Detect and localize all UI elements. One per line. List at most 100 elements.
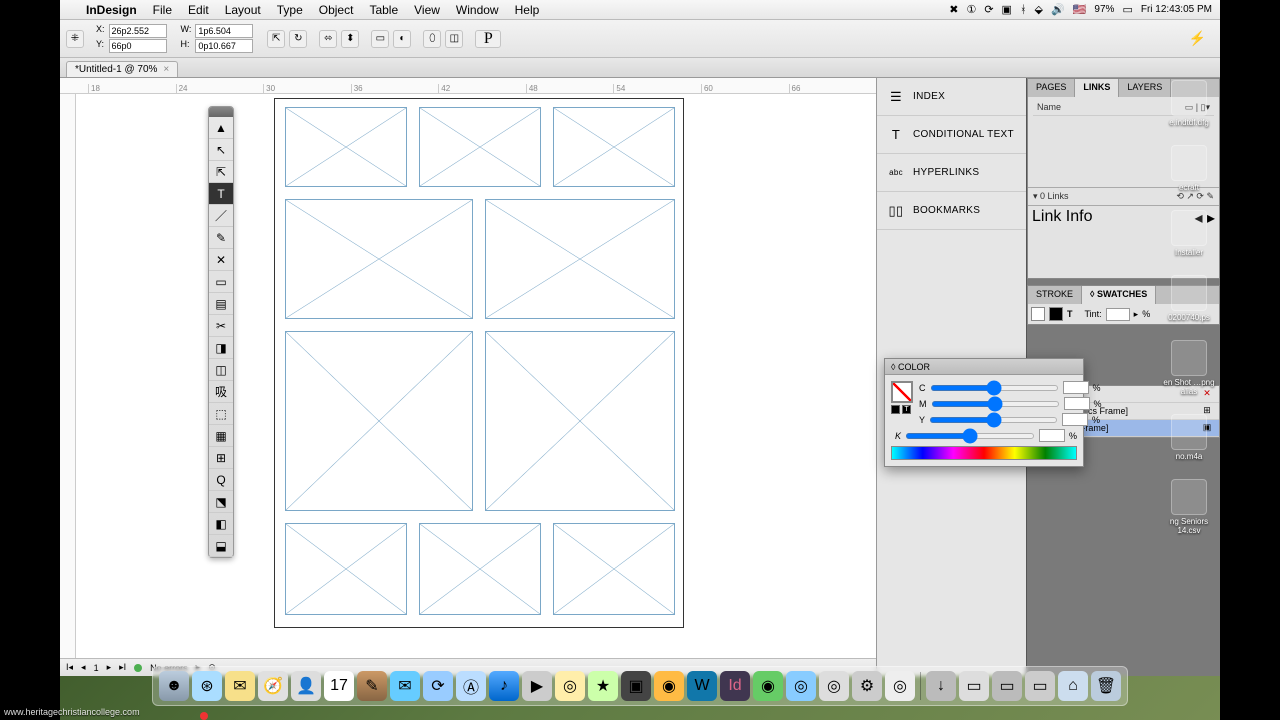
- desktop-file[interactable]: Installer: [1158, 210, 1220, 257]
- image-frame[interactable]: [553, 107, 675, 187]
- status-icon[interactable]: ✖: [949, 3, 958, 16]
- desktop-file[interactable]: en Shot …png alias: [1158, 340, 1220, 396]
- desktop-file[interactable]: ng Seniors 14.csv: [1158, 479, 1220, 535]
- messages-icon[interactable]: ✉: [390, 671, 420, 701]
- firefox-icon[interactable]: ◉: [654, 671, 684, 701]
- color-panel[interactable]: ◊ COLOR T C% M% Y% K%: [884, 358, 1084, 467]
- image-frame[interactable]: [485, 199, 675, 319]
- last-page-icon[interactable]: ▸I: [119, 662, 126, 673]
- x-field[interactable]: [109, 24, 167, 38]
- rectangle-tool[interactable]: ▤: [209, 293, 233, 315]
- ruler-vertical[interactable]: [60, 94, 76, 658]
- menu-table[interactable]: Table: [361, 3, 406, 17]
- format-text-icon[interactable]: T: [1067, 309, 1073, 319]
- menubar-clock[interactable]: Fri 12:43:05 PM: [1141, 4, 1212, 15]
- tab-pages[interactable]: PAGES: [1028, 79, 1075, 97]
- line-tool[interactable]: ／: [209, 205, 233, 227]
- mail-icon[interactable]: ✉: [225, 671, 255, 701]
- quick-apply-icon[interactable]: ⚡: [1189, 30, 1214, 47]
- flip-h-icon[interactable]: ⬄: [319, 30, 337, 48]
- image-frame[interactable]: [285, 331, 473, 511]
- word-icon[interactable]: W: [687, 671, 717, 701]
- wifi-icon[interactable]: ⬙: [1035, 3, 1043, 16]
- panel-hyperlinks[interactable]: abcHYPERLINKS: [877, 154, 1026, 192]
- stroke-swatch-icon[interactable]: [1049, 307, 1063, 321]
- yellow-field[interactable]: [1062, 413, 1088, 426]
- calendar-icon[interactable]: 17: [324, 671, 354, 701]
- app-icon[interactable]: ◎: [885, 671, 915, 701]
- wrap-icon[interactable]: ◫: [445, 30, 463, 48]
- image-frame[interactable]: [285, 199, 473, 319]
- cyan-slider[interactable]: [930, 385, 1059, 391]
- hand-tool[interactable]: ⊞: [209, 447, 233, 469]
- app-icon[interactable]: ◉: [753, 671, 783, 701]
- appstore-icon[interactable]: Ⓐ: [456, 671, 486, 701]
- app-name[interactable]: InDesign: [78, 3, 145, 17]
- yellow-slider[interactable]: [929, 417, 1058, 423]
- w-field[interactable]: [195, 24, 253, 38]
- itunes-icon[interactable]: ♪: [489, 671, 519, 701]
- pencil-tool[interactable]: ✕: [209, 249, 233, 271]
- screenshare-icon[interactable]: ⟳: [984, 3, 993, 16]
- quicktime-icon[interactable]: ▶: [522, 671, 552, 701]
- downloads-icon[interactable]: ↓: [926, 671, 956, 701]
- desktop-file[interactable]: no.m4a: [1158, 414, 1220, 461]
- tab-links[interactable]: LINKS: [1075, 79, 1119, 97]
- desktop-file[interactable]: 0200740.ps: [1158, 275, 1220, 322]
- type-tool[interactable]: T: [209, 183, 233, 205]
- direct-selection-tool[interactable]: ↖: [209, 139, 233, 161]
- desktop-file[interactable]: ecraft: [1158, 145, 1220, 192]
- flip-v-icon[interactable]: ⬍: [341, 30, 359, 48]
- note-tool[interactable]: ⬚: [209, 403, 233, 425]
- first-page-icon[interactable]: I◂: [66, 662, 73, 673]
- tab-stroke[interactable]: STROKE: [1028, 286, 1082, 304]
- airplay-icon[interactable]: ▣: [1002, 3, 1012, 16]
- menu-view[interactable]: View: [406, 3, 448, 17]
- finder-icon[interactable]: ☻: [159, 671, 189, 701]
- menu-window[interactable]: Window: [448, 3, 507, 17]
- flag-icon[interactable]: 🇺🇸: [1073, 3, 1087, 16]
- gradient-swatch-tool[interactable]: ◫: [209, 359, 233, 381]
- black-slider[interactable]: [905, 433, 1035, 439]
- trash-icon[interactable]: 🗑: [1091, 671, 1121, 701]
- color-swatch-proxy[interactable]: T: [891, 381, 913, 414]
- scissors-tool[interactable]: ✂: [209, 315, 233, 337]
- fill-icon[interactable]: ◐: [393, 30, 411, 48]
- facetime-icon[interactable]: ⟳: [423, 671, 453, 701]
- sysprefs-icon[interactable]: ⚙: [852, 671, 882, 701]
- menu-help[interactable]: Help: [507, 3, 548, 17]
- app-icon[interactable]: ◎: [786, 671, 816, 701]
- safari-icon[interactable]: 🧭: [258, 671, 288, 701]
- magenta-slider[interactable]: [931, 401, 1060, 407]
- tab-swatches[interactable]: ◊ SWATCHES: [1082, 286, 1156, 304]
- bluetooth-icon[interactable]: ᚼ: [1020, 4, 1027, 16]
- documents-stack-icon[interactable]: ▭: [959, 671, 989, 701]
- y-field[interactable]: [109, 39, 167, 53]
- canvas[interactable]: [76, 94, 876, 658]
- image-frame[interactable]: [285, 523, 407, 615]
- gradient-feather-tool[interactable]: ▦: [209, 425, 233, 447]
- rotate-icon[interactable]: ↻: [289, 30, 307, 48]
- tint-field[interactable]: [1106, 308, 1130, 321]
- panel-conditional[interactable]: TCONDITIONAL TEXT: [877, 116, 1026, 154]
- menu-object[interactable]: Object: [311, 3, 362, 17]
- magenta-field[interactable]: [1064, 397, 1090, 410]
- fill-swatch-icon[interactable]: [1031, 307, 1045, 321]
- image-frame[interactable]: [553, 523, 675, 615]
- selection-tool[interactable]: ▲: [209, 117, 233, 139]
- free-transform-tool[interactable]: ◨: [209, 337, 233, 359]
- panel-index[interactable]: ☰INDEX: [877, 78, 1026, 116]
- desktop-file[interactable]: e.indtdf.dfg: [1158, 80, 1220, 127]
- volume-icon[interactable]: 🔊: [1051, 3, 1065, 16]
- scale-icon[interactable]: ⇱: [267, 30, 285, 48]
- rectangle-frame-tool[interactable]: ▭: [209, 271, 233, 293]
- imovie-icon[interactable]: ★: [588, 671, 618, 701]
- image-frame[interactable]: [419, 523, 541, 615]
- terminal-icon[interactable]: ▣: [621, 671, 651, 701]
- image-frame[interactable]: [485, 331, 675, 511]
- page-number[interactable]: 1: [94, 663, 99, 673]
- folder-icon[interactable]: ⌂: [1058, 671, 1088, 701]
- fill-stroke-tool[interactable]: ⬔: [209, 491, 233, 513]
- menu-edit[interactable]: Edit: [180, 3, 217, 17]
- menu-file[interactable]: File: [145, 3, 180, 17]
